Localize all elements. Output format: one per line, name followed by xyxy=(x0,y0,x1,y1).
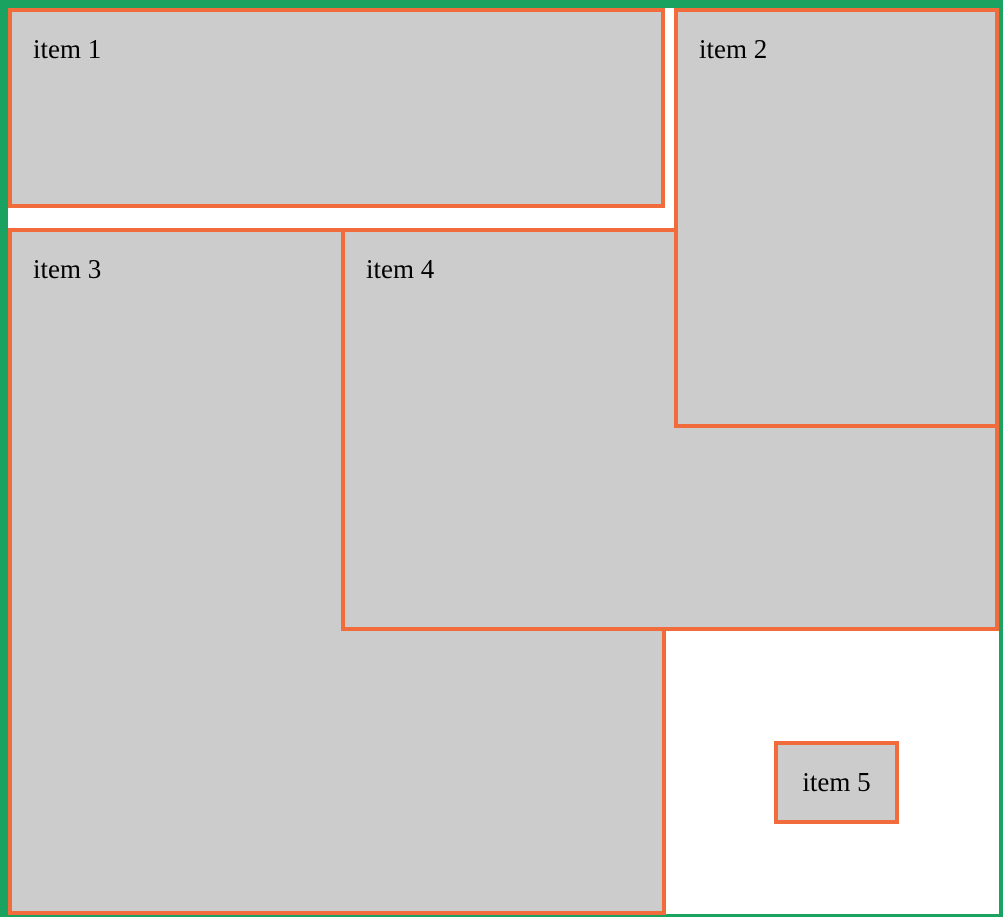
item-3-label: item 3 xyxy=(33,254,102,284)
item-5-label: item 5 xyxy=(802,767,871,797)
grid-item-2: item 2 xyxy=(674,8,999,428)
item-1-label: item 1 xyxy=(33,34,102,64)
item-4-label: item 4 xyxy=(366,254,435,284)
item-2-label: item 2 xyxy=(699,34,768,64)
grid-item-5: item 5 xyxy=(774,741,899,824)
grid-item-1: item 1 xyxy=(8,8,665,208)
